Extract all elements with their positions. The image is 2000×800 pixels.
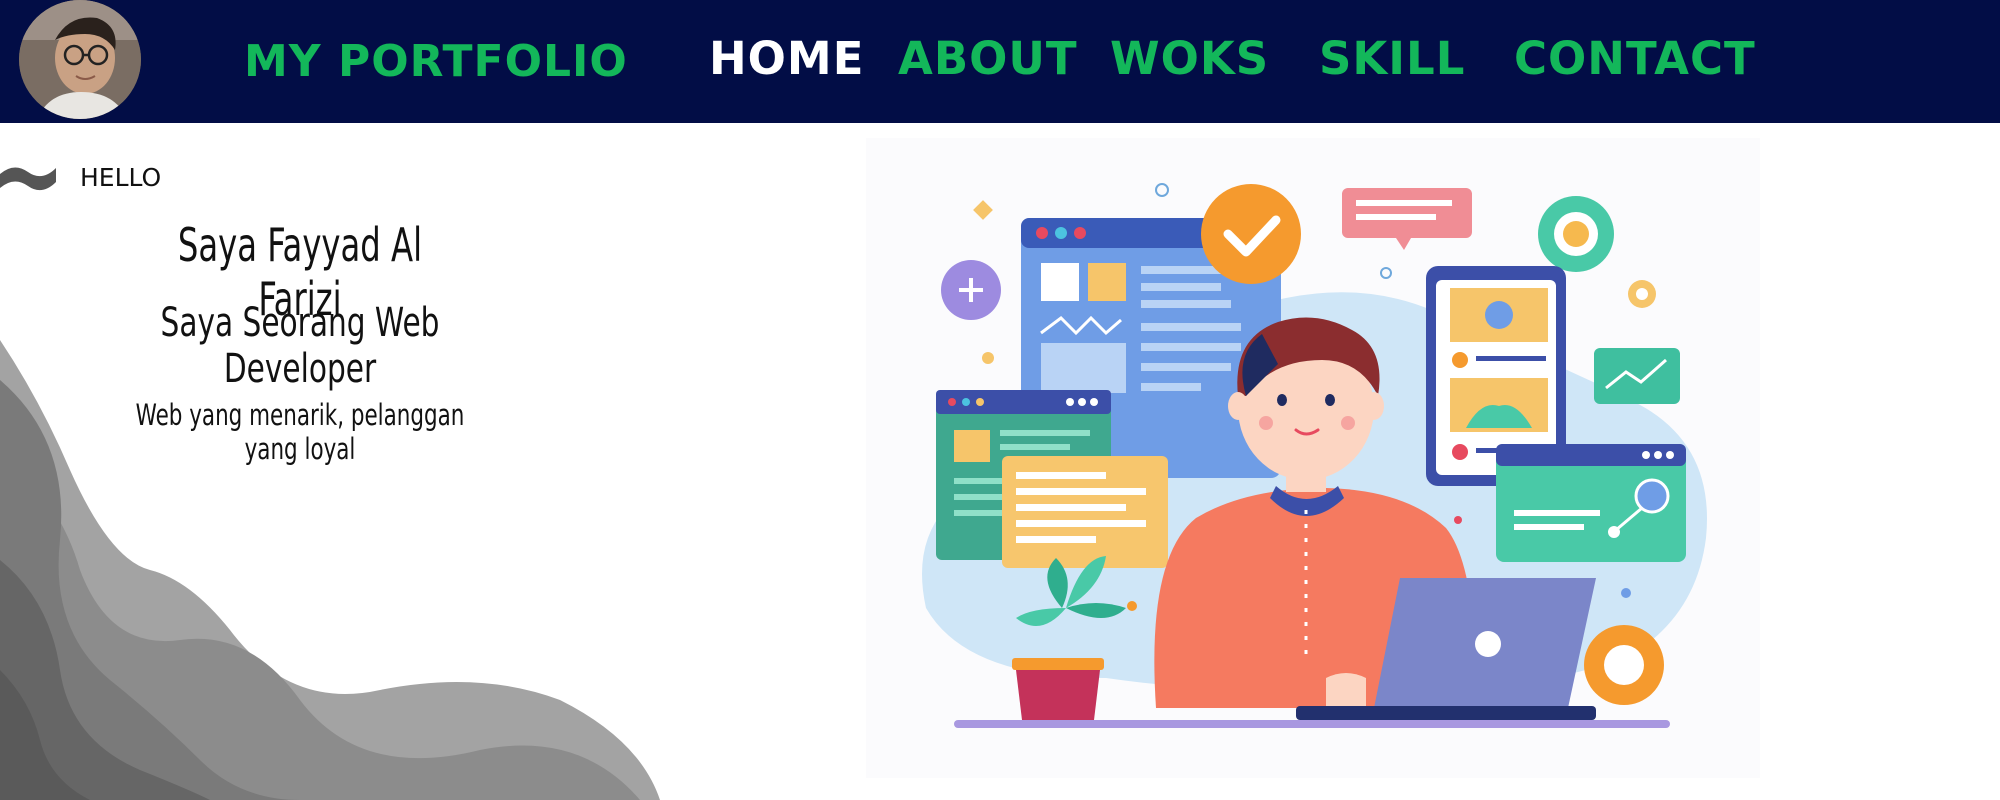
wave-decoration-icon [0, 167, 56, 191]
avatar[interactable] [19, 0, 141, 119]
portfolio-page: MY PORTFOLIO HOME ABOUT WOKS SKILL CONTA… [0, 0, 2000, 800]
nav-skill-link[interactable]: SKILL [1319, 32, 1465, 85]
nav-home-link[interactable]: HOME [709, 32, 864, 85]
nav-about-link[interactable]: ABOUT [898, 32, 1078, 85]
web-developer-illustration [866, 138, 1760, 778]
navbar: MY PORTFOLIO HOME ABOUT WOKS SKILL CONTA… [0, 0, 2000, 123]
developer-illustration-icon [922, 183, 1707, 728]
brand-title[interactable]: MY PORTFOLIO [244, 36, 628, 87]
nav-contact-link[interactable]: CONTACT [1514, 32, 1756, 85]
background-waves [0, 340, 660, 800]
greeting: HELLO [80, 163, 162, 192]
profile-photo-icon [19, 0, 141, 119]
nav-works-link[interactable]: WOKS [1110, 32, 1269, 85]
